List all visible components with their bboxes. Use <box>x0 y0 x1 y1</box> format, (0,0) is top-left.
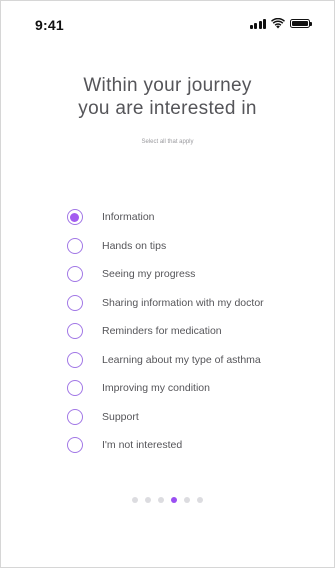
radio-empty-icon[interactable] <box>67 323 83 340</box>
option-label: Learning about my type of asthma <box>102 353 261 366</box>
option-item[interactable]: Support <box>67 403 264 432</box>
option-item[interactable]: Seeing my progress <box>67 260 264 289</box>
page-title-line-1: Within your journey <box>83 75 252 96</box>
signal-icon <box>249 18 266 29</box>
radio-empty-icon[interactable] <box>67 380 83 397</box>
option-item[interactable]: I'm not interested <box>67 431 264 460</box>
pager-dot[interactable] <box>158 497 164 503</box>
page-title: Within your journey you are interested i… <box>1 74 334 120</box>
radio-selected-icon[interactable] <box>67 209 83 226</box>
option-item[interactable]: Information <box>67 203 264 232</box>
option-item[interactable]: Reminders for medication <box>67 317 264 346</box>
wifi-icon <box>271 17 285 28</box>
radio-empty-icon[interactable] <box>67 408 83 425</box>
pager-dot[interactable] <box>145 497 151 503</box>
battery-icon <box>290 18 312 28</box>
option-item[interactable]: Sharing information with my doctor <box>67 289 264 318</box>
page-indicator <box>1 497 334 503</box>
pager-dot[interactable] <box>132 497 138 503</box>
radio-dot-icon <box>70 212 80 222</box>
option-item[interactable]: Improving my condition <box>67 374 264 403</box>
interest-options-list: Information Hands on tips Seeing my progre… <box>67 203 264 460</box>
page-title-line-2: you are interested in <box>78 98 257 119</box>
option-label: Sharing information with my doctor <box>102 296 264 309</box>
radio-empty-icon[interactable] <box>67 294 83 311</box>
option-label: Reminders for medication <box>102 325 222 338</box>
option-label: Information <box>102 211 155 224</box>
radio-empty-icon[interactable] <box>67 237 83 254</box>
option-label: Seeing my progress <box>102 268 196 281</box>
status-icons <box>249 17 312 29</box>
option-item[interactable]: Hands on tips <box>67 232 264 261</box>
pager-dot-active[interactable] <box>171 497 177 503</box>
pager-dot[interactable] <box>184 497 190 503</box>
option-item[interactable]: Learning about my type of asthma <box>67 346 264 375</box>
onboarding-screen: 9:41 Within your journey you are interes… <box>0 0 335 568</box>
radio-empty-icon[interactable] <box>67 437 83 454</box>
option-label: Support <box>102 410 139 423</box>
page-subtitle: Select all that apply <box>141 139 194 145</box>
option-label: Improving my condition <box>102 382 210 395</box>
status-time: 9:41 <box>35 17 64 33</box>
status-bar: 9:41 <box>1 1 334 45</box>
option-label: Hands on tips <box>102 239 167 252</box>
option-label: I'm not interested <box>102 439 183 452</box>
pager-dot[interactable] <box>197 497 203 503</box>
radio-empty-icon[interactable] <box>67 351 83 368</box>
radio-empty-icon[interactable] <box>67 266 83 283</box>
